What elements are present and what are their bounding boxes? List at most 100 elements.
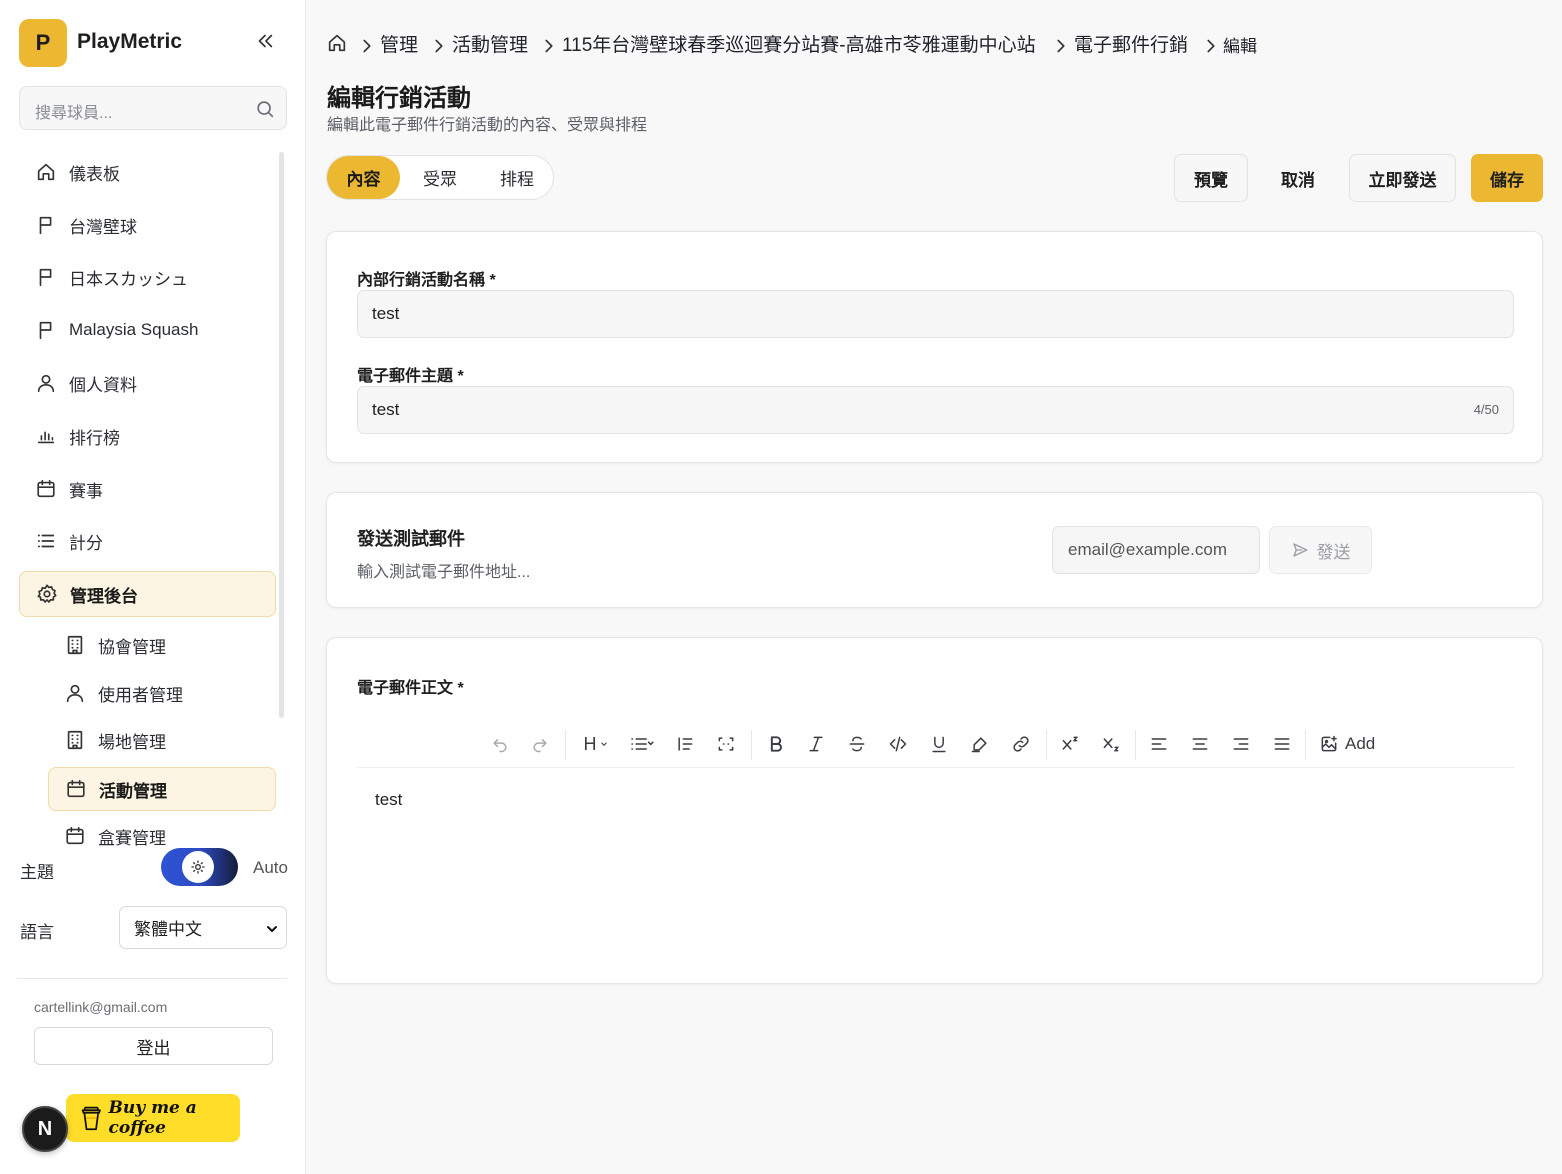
underline-icon[interactable] [926, 732, 952, 756]
language-selected-value: 繁體中文 [134, 920, 202, 939]
campaign-name-value: test [372, 304, 400, 323]
superscript-icon[interactable] [1057, 732, 1083, 756]
theme-toggle[interactable] [161, 848, 238, 886]
tab-schedule[interactable]: 排程 [479, 156, 555, 199]
breadcrumb-item-event-management[interactable]: 活動管理 [452, 30, 528, 57]
sidebar-item-label: 管理後台 [70, 586, 138, 606]
sidebar-item-taiwan-squash[interactable]: 台灣壁球 [19, 202, 276, 248]
sidebar-item-profile[interactable]: 個人資料 [19, 360, 276, 406]
heading-dropdown[interactable]: H [579, 732, 613, 756]
bold-icon[interactable] [763, 732, 789, 756]
chevron-right-icon [435, 39, 443, 53]
chevron-right-icon [363, 39, 371, 53]
sidebar-subitem-label: 盒賽管理 [98, 828, 166, 848]
sidebar-item-japan-squash[interactable]: 日本スカッシュ [19, 254, 276, 300]
app-logo[interactable]: P [19, 19, 67, 67]
bullet-list-dropdown-icon[interactable] [625, 732, 659, 756]
add-image-button[interactable]: Add [1319, 732, 1385, 756]
sun-icon [191, 860, 205, 874]
breadcrumb-item-current: 編輯 [1223, 37, 1257, 56]
user-icon [37, 374, 55, 393]
preview-button[interactable]: 預覽 [1174, 154, 1248, 202]
sidebar-item-events[interactable]: 賽事 [19, 466, 276, 512]
player-search-input[interactable]: 搜尋球員... [19, 86, 287, 130]
highlighter-icon[interactable] [967, 732, 993, 756]
image-add-icon [1321, 735, 1337, 752]
email-subject-label: 電子郵件主題 * [357, 368, 464, 385]
sidebar-item-scoring[interactable]: 計分 [19, 518, 276, 564]
inline-code-icon[interactable] [885, 732, 911, 756]
logout-button[interactable]: 登出 [34, 1027, 273, 1065]
breadcrumb-item-email-marketing[interactable]: 電子郵件行銷 [1074, 30, 1188, 57]
tab-audience[interactable]: 受眾 [403, 156, 477, 199]
user-icon [66, 684, 84, 703]
save-button[interactable]: 儲存 [1471, 154, 1543, 202]
email-body-editor[interactable]: test [375, 790, 402, 810]
page-subtitle: 編輯此電子郵件行銷活動的內容、受眾與排程 [327, 117, 648, 134]
align-justify-icon[interactable] [1269, 732, 1295, 756]
send-test-label: 發送 [1316, 542, 1351, 562]
page-title: 編輯行銷活動 [327, 85, 471, 112]
sidebar-item-label: 儀表板 [69, 164, 120, 184]
email-subject-input[interactable]: test 4/50 [357, 386, 1514, 434]
sidebar-subitem-association-management[interactable]: 協會管理 [48, 623, 276, 667]
tab-content[interactable]: 內容 [327, 156, 400, 199]
language-select[interactable]: 繁體中文 [119, 906, 287, 949]
redo-icon[interactable] [527, 732, 553, 756]
app-name: PlayMetric [77, 30, 183, 53]
align-center-icon[interactable] [1187, 732, 1213, 756]
home-icon[interactable] [326, 32, 348, 54]
breadcrumb-item-admin[interactable]: 管理 [380, 30, 418, 57]
send-test-button[interactable]: 發送 [1269, 526, 1372, 574]
campaign-name-input[interactable]: test [357, 290, 1514, 338]
toolbar-separator [1305, 730, 1306, 760]
toolbar-separator [1135, 730, 1136, 760]
chevron-right-icon [1057, 39, 1065, 53]
send-now-button[interactable]: 立即發送 [1349, 154, 1456, 202]
building-icon [67, 635, 83, 655]
subscript-icon[interactable] [1098, 732, 1124, 756]
add-image-label: Add [1345, 734, 1376, 753]
blockquote-icon[interactable] [672, 732, 698, 756]
language-label: 語言 [20, 923, 54, 942]
test-email-input[interactable]: email@example.com [1052, 526, 1260, 574]
sidebar-subitem-box-league-management[interactable]: 盒賽管理 [48, 814, 276, 858]
calendar-icon [66, 826, 84, 845]
sidebar-subitem-user-management[interactable]: 使用者管理 [48, 671, 276, 715]
flag-icon [39, 268, 52, 287]
sidebar-item-dashboard[interactable]: 儀表板 [19, 149, 276, 195]
send-icon [1292, 543, 1307, 557]
strikethrough-icon[interactable] [844, 732, 870, 756]
email-subject-value: test [372, 400, 400, 419]
cancel-button[interactable]: 取消 [1262, 154, 1334, 202]
align-right-icon[interactable] [1228, 732, 1254, 756]
search-placeholder: 搜尋球員... [35, 105, 113, 122]
buy-me-a-coffee-button[interactable]: Buy me a coffee [66, 1094, 240, 1142]
chevron-right-icon [1207, 39, 1215, 53]
sidebar-item-label: 排行榜 [69, 428, 120, 448]
toolbar-separator [1046, 730, 1047, 760]
editor-tabs: 內容 受眾 排程 [326, 155, 554, 200]
align-left-icon[interactable] [1146, 732, 1172, 756]
sidebar-item-label: Malaysia Squash [69, 320, 199, 339]
italic-icon[interactable] [803, 732, 829, 756]
sidebar: P PlayMetric 搜尋球員... 儀表板 台灣壁球 日本スカッシュ Ma… [0, 0, 306, 1174]
sidebar-item-admin[interactable]: 管理後台 [19, 571, 276, 617]
test-email-card: 發送測試郵件 輸入測試電子郵件地址... email@example.com 發… [326, 492, 1543, 608]
breadcrumb-item-event[interactable]: 115年台灣壁球春季巡迴賽分站賽-高雄市苓雅運動中心站 [562, 30, 1036, 57]
sidebar-scrollbar[interactable] [279, 152, 284, 718]
editor-toolbar: H Add [357, 720, 1514, 768]
code-block-icon[interactable] [713, 732, 739, 756]
toolbar-separator [751, 730, 752, 760]
collapse-sidebar-icon[interactable] [254, 30, 276, 52]
home-icon [37, 163, 55, 181]
sidebar-item-rankings[interactable]: 排行榜 [19, 413, 276, 459]
link-icon[interactable] [1008, 732, 1034, 756]
nextjs-dev-badge[interactable]: N [22, 1106, 68, 1152]
sidebar-item-label: 計分 [69, 533, 103, 553]
sidebar-subitem-event-management[interactable]: 活動管理 [48, 767, 276, 811]
sidebar-item-malaysia-squash[interactable]: Malaysia Squash [19, 307, 276, 353]
sidebar-subitem-venue-management[interactable]: 場地管理 [48, 718, 276, 762]
calendar-icon [67, 779, 85, 798]
undo-icon[interactable] [487, 732, 513, 756]
